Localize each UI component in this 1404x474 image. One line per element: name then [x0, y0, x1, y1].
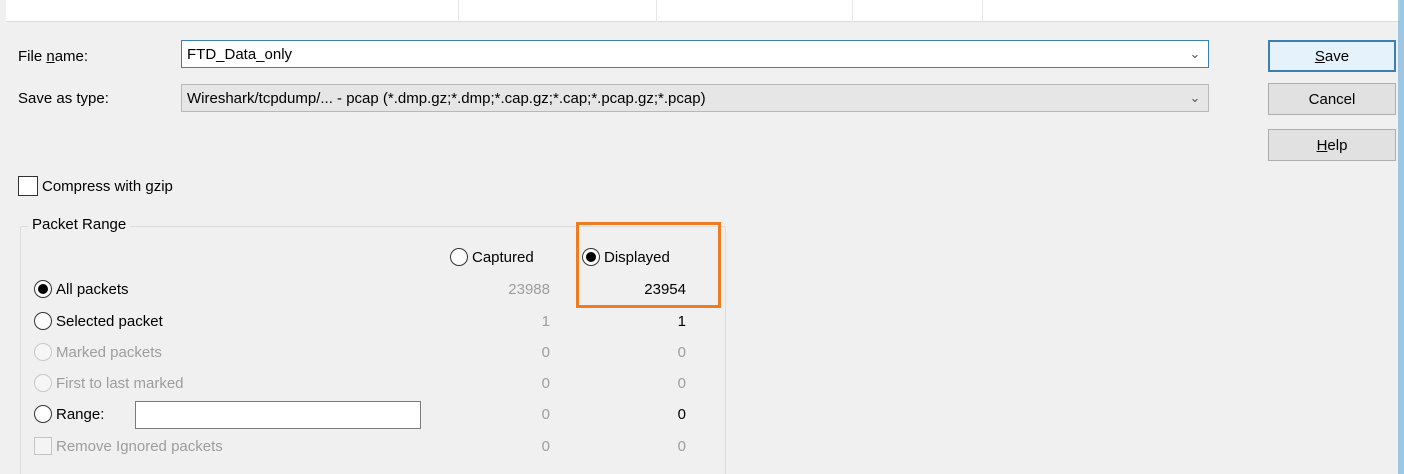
- file-list-column-divider: [982, 0, 983, 22]
- remove-ignored-checkbox: [34, 437, 52, 455]
- selected-packet-captured-count: 1: [541, 313, 550, 330]
- range-label: Range:: [56, 405, 105, 423]
- range-captured-count: 0: [541, 406, 550, 423]
- save-as-type-select[interactable]: Wireshark/tcpdump/... - pcap (*.dmp.gz;*…: [181, 84, 1209, 112]
- first-to-last-marked-displayed-count: 0: [677, 375, 686, 392]
- first-to-last-marked-radio: [34, 374, 52, 392]
- compress-gzip-checkbox[interactable]: [18, 176, 38, 196]
- marked-packets-radio: [34, 343, 52, 361]
- selected-packet-option[interactable]: Selected packet: [34, 312, 163, 330]
- selected-packet-label: Selected packet: [56, 312, 163, 330]
- compress-gzip-label: Compress with gzip: [42, 177, 173, 195]
- displayed-highlight-box: [576, 222, 721, 308]
- all-packets-label: All packets: [56, 280, 129, 298]
- range-displayed-count: 0: [677, 406, 686, 423]
- all-packets-captured-count: 23988: [508, 281, 550, 298]
- range-input[interactable]: [135, 401, 421, 429]
- file-name-input[interactable]: FTD_Data_only: [187, 46, 1182, 63]
- window-right-edge: [1398, 0, 1404, 474]
- remove-ignored-label: Remove Ignored packets: [56, 437, 223, 455]
- cancel-button[interactable]: Cancel: [1268, 83, 1396, 115]
- save-as-type-value: Wireshark/tcpdump/... - pcap (*.dmp.gz;*…: [187, 89, 706, 107]
- all-packets-option[interactable]: All packets: [34, 280, 129, 298]
- captured-radio-option[interactable]: Captured: [450, 248, 534, 266]
- remove-ignored-captured-count: 0: [541, 438, 550, 455]
- chevron-down-icon[interactable]: ⌄: [1182, 85, 1208, 111]
- selected-packet-displayed-count: 1: [677, 313, 686, 330]
- marked-packets-displayed-count: 0: [677, 344, 686, 361]
- save-as-type-label: Save as type:: [18, 90, 109, 107]
- file-name-combobox[interactable]: FTD_Data_only ⌄: [181, 40, 1209, 68]
- captured-label: Captured: [472, 248, 534, 266]
- file-name-label: File name:: [18, 48, 89, 65]
- file-list-column-divider: [852, 0, 853, 22]
- captured-radio[interactable]: [450, 248, 468, 266]
- marked-packets-captured-count: 0: [541, 344, 550, 361]
- marked-packets-label: Marked packets: [56, 343, 162, 361]
- all-packets-radio[interactable]: [34, 280, 52, 298]
- first-to-last-marked-option: First to last marked: [34, 374, 184, 392]
- file-list-column-divider: [458, 0, 459, 22]
- chevron-down-icon[interactable]: ⌄: [1182, 41, 1208, 67]
- remove-ignored-option: Remove Ignored packets: [34, 437, 223, 455]
- compress-gzip-option[interactable]: Compress with gzip: [18, 176, 173, 196]
- range-option[interactable]: Range:: [34, 405, 104, 423]
- window-left-edge: [0, 0, 6, 474]
- marked-packets-option: Marked packets: [34, 343, 162, 361]
- file-list-strip: [6, 0, 1400, 22]
- remove-ignored-displayed-count: 0: [677, 438, 686, 455]
- selected-packet-radio[interactable]: [34, 312, 52, 330]
- file-list-column-divider: [656, 0, 657, 22]
- first-to-last-marked-label: First to last marked: [56, 374, 184, 392]
- save-button[interactable]: Save: [1268, 40, 1396, 72]
- packet-range-title: Packet Range: [28, 216, 131, 233]
- range-radio[interactable]: [34, 405, 52, 423]
- first-to-last-marked-captured-count: 0: [541, 375, 550, 392]
- help-button[interactable]: Help: [1268, 129, 1396, 161]
- radio-selected-dot: [38, 284, 48, 294]
